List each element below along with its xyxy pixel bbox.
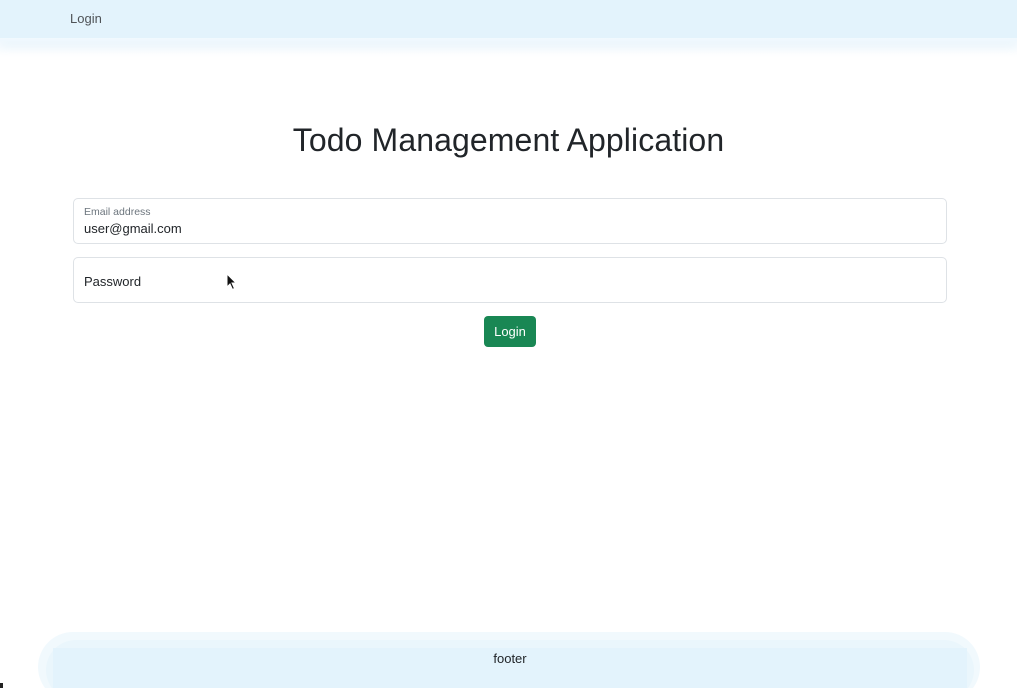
top-navbar: Login	[0, 0, 1017, 41]
password-field-container[interactable]	[73, 257, 947, 303]
page-title: Todo Management Application	[292, 122, 725, 158]
email-field[interactable]	[84, 220, 934, 237]
footer-text: footer	[493, 651, 527, 666]
nav-login-link[interactable]: Login	[70, 11, 102, 26]
login-button[interactable]: Login	[484, 316, 536, 347]
navbar-shadow	[0, 38, 1017, 56]
email-label: Email address	[84, 206, 151, 218]
password-field[interactable]	[84, 272, 934, 290]
email-field-container[interactable]: Email address	[73, 198, 947, 244]
login-page: Login Todo Management Application Email …	[0, 0, 1017, 688]
mouse-pointer-icon	[226, 273, 237, 291]
page-footer: footer	[53, 648, 967, 688]
window-edge	[0, 683, 3, 688]
